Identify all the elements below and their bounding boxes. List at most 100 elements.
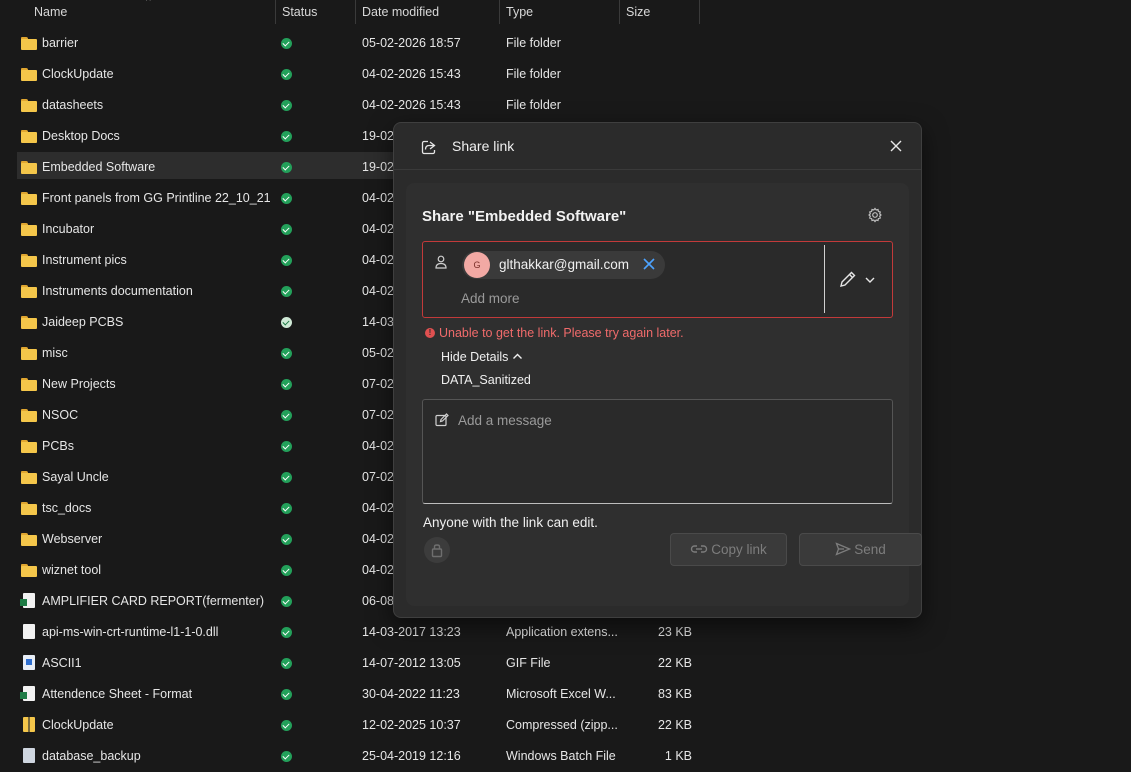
file-type: File folder bbox=[506, 98, 561, 112]
file-date: 04-02-2026 15:43 bbox=[362, 67, 461, 81]
column-divider[interactable] bbox=[499, 0, 500, 24]
synced-status-icon bbox=[281, 69, 292, 80]
folder-icon bbox=[21, 502, 37, 515]
folder-icon bbox=[21, 37, 37, 50]
file-name: Sayal Uncle bbox=[42, 470, 109, 484]
file-row[interactable]: barrier 05-02-2026 18:57 File folder bbox=[0, 28, 1131, 59]
synced-status-icon bbox=[281, 131, 292, 142]
settings-gear-icon[interactable] bbox=[867, 207, 883, 223]
folder-icon bbox=[21, 378, 37, 391]
file-date: 12-02-2025 10:37 bbox=[362, 718, 461, 732]
lock-button[interactable] bbox=[424, 537, 450, 563]
file-name: Front panels from GG Printline 22_10_21 bbox=[42, 191, 271, 205]
file-row[interactable]: datasheets 04-02-2026 15:43 File folder bbox=[0, 90, 1131, 121]
remove-recipient-button[interactable] bbox=[640, 255, 658, 273]
error-icon: ! bbox=[425, 327, 435, 338]
file-row[interactable]: ASCII1 14-07-2012 13:05 GIF File 22 KB bbox=[0, 648, 1131, 679]
synced-status-icon bbox=[281, 689, 292, 700]
synced-status-icon bbox=[281, 162, 292, 173]
file-row[interactable]: database_backup 25-04-2019 12:16 Windows B… bbox=[0, 741, 1131, 772]
share-link-dialog: Share link Share "Embedded Software" G g… bbox=[393, 122, 922, 618]
column-date-modified[interactable]: Date modified bbox=[362, 0, 439, 24]
folder-icon bbox=[21, 564, 37, 577]
file-name: tsc_docs bbox=[42, 501, 92, 515]
folder-icon bbox=[21, 347, 37, 360]
synced-status-icon bbox=[281, 100, 292, 111]
column-size[interactable]: Size bbox=[626, 0, 650, 24]
synced-status-icon bbox=[281, 596, 292, 607]
column-divider[interactable] bbox=[619, 0, 620, 24]
link-icon bbox=[691, 545, 708, 554]
file-date: 30-04-2022 11:23 bbox=[362, 687, 460, 701]
excel-file-icon bbox=[20, 593, 37, 608]
folder-icon bbox=[21, 130, 37, 143]
file-type: File folder bbox=[506, 67, 561, 81]
file-date: 14-03-2017 13:23 bbox=[362, 625, 461, 639]
file-name: Instruments documentation bbox=[42, 284, 193, 298]
synced-status-icon bbox=[281, 379, 292, 390]
error-text: Unable to get the link. Please try again… bbox=[439, 326, 684, 340]
synced-status-icon bbox=[281, 565, 292, 576]
file-date: 04-02-2026 15:43 bbox=[362, 98, 461, 112]
column-status[interactable]: Status bbox=[282, 0, 317, 24]
file-type: File folder bbox=[506, 36, 561, 50]
column-divider[interactable] bbox=[355, 0, 356, 24]
chevron-up-icon bbox=[513, 353, 523, 360]
file-row[interactable]: api-ms-win-crt-runtime-l1-1-0.dll 14-03-2… bbox=[0, 617, 1131, 648]
folder-icon bbox=[21, 409, 37, 422]
zip-file-icon bbox=[21, 717, 37, 732]
recipient-email: glthakkar@gmail.com bbox=[499, 257, 629, 272]
available-offline-icon bbox=[281, 317, 292, 328]
share-icon bbox=[421, 139, 437, 158]
file-row[interactable]: Attendence Sheet - Format 30-04-2022 11:2… bbox=[0, 679, 1131, 710]
add-more-input[interactable]: Add more bbox=[461, 291, 520, 306]
batch-file-icon bbox=[21, 748, 37, 763]
file-name: Webserver bbox=[42, 532, 103, 546]
hide-details-toggle[interactable]: Hide Details bbox=[441, 350, 523, 364]
gif-file-icon bbox=[21, 655, 37, 670]
folder-icon bbox=[21, 316, 37, 329]
share-card: Share "Embedded Software" G glthakkar@gm… bbox=[406, 183, 922, 606]
file-name: NSOC bbox=[42, 408, 79, 422]
excel-file-icon bbox=[20, 686, 37, 701]
hide-details-label: Hide Details bbox=[441, 350, 509, 364]
column-divider[interactable] bbox=[275, 0, 276, 24]
send-button[interactable]: Send bbox=[799, 533, 922, 566]
permission-dropdown-button[interactable] bbox=[838, 268, 878, 290]
file-name: api-ms-win-crt-runtime-l1-1-0.dll bbox=[42, 625, 219, 639]
folder-icon bbox=[21, 471, 37, 484]
person-icon bbox=[435, 255, 447, 272]
recipients-field[interactable]: G glthakkar@gmail.com Add more bbox=[422, 241, 893, 318]
sort-up-icon: ^ bbox=[146, 0, 151, 7]
folder-icon bbox=[21, 192, 37, 205]
file-name: misc bbox=[42, 346, 68, 360]
column-name[interactable]: Name bbox=[34, 0, 67, 24]
file-date: 14-07-2012 13:05 bbox=[362, 656, 461, 670]
file-name: Incubator bbox=[42, 222, 95, 236]
synced-status-icon bbox=[281, 627, 292, 638]
copy-link-button[interactable]: Copy link bbox=[670, 533, 787, 566]
file-name: AMPLIFIER CARD REPORT(fermenter) bbox=[42, 594, 265, 608]
file-row[interactable]: ClockUpdate 04-02-2026 15:43 File folder bbox=[0, 59, 1131, 90]
synced-status-icon bbox=[281, 348, 292, 359]
folder-icon bbox=[21, 223, 37, 236]
column-divider[interactable] bbox=[699, 0, 700, 24]
file-size: 22 KB bbox=[657, 718, 692, 732]
column-type[interactable]: Type bbox=[506, 0, 533, 24]
file-size bbox=[600, 90, 692, 121]
message-field[interactable]: Add a message bbox=[422, 399, 893, 504]
close-icon bbox=[643, 258, 655, 270]
synced-status-icon bbox=[281, 224, 292, 235]
recipient-chip[interactable]: G glthakkar@gmail.com bbox=[462, 251, 665, 279]
folder-icon bbox=[21, 533, 37, 546]
file-size: 1 KB bbox=[664, 749, 692, 763]
file-row[interactable]: ClockUpdate 12-02-2025 10:37 Compressed (z… bbox=[0, 710, 1131, 741]
file-name: Attendence Sheet - Format bbox=[42, 687, 193, 701]
close-button[interactable] bbox=[886, 137, 906, 157]
file-name: ASCII1 bbox=[42, 656, 82, 670]
file-name: ClockUpdate bbox=[42, 718, 114, 732]
file-name: Jaideep PCBS bbox=[42, 315, 124, 329]
detail-value: DATA_Sanitized bbox=[441, 373, 531, 387]
send-icon bbox=[835, 542, 852, 557]
synced-status-icon bbox=[281, 503, 292, 514]
